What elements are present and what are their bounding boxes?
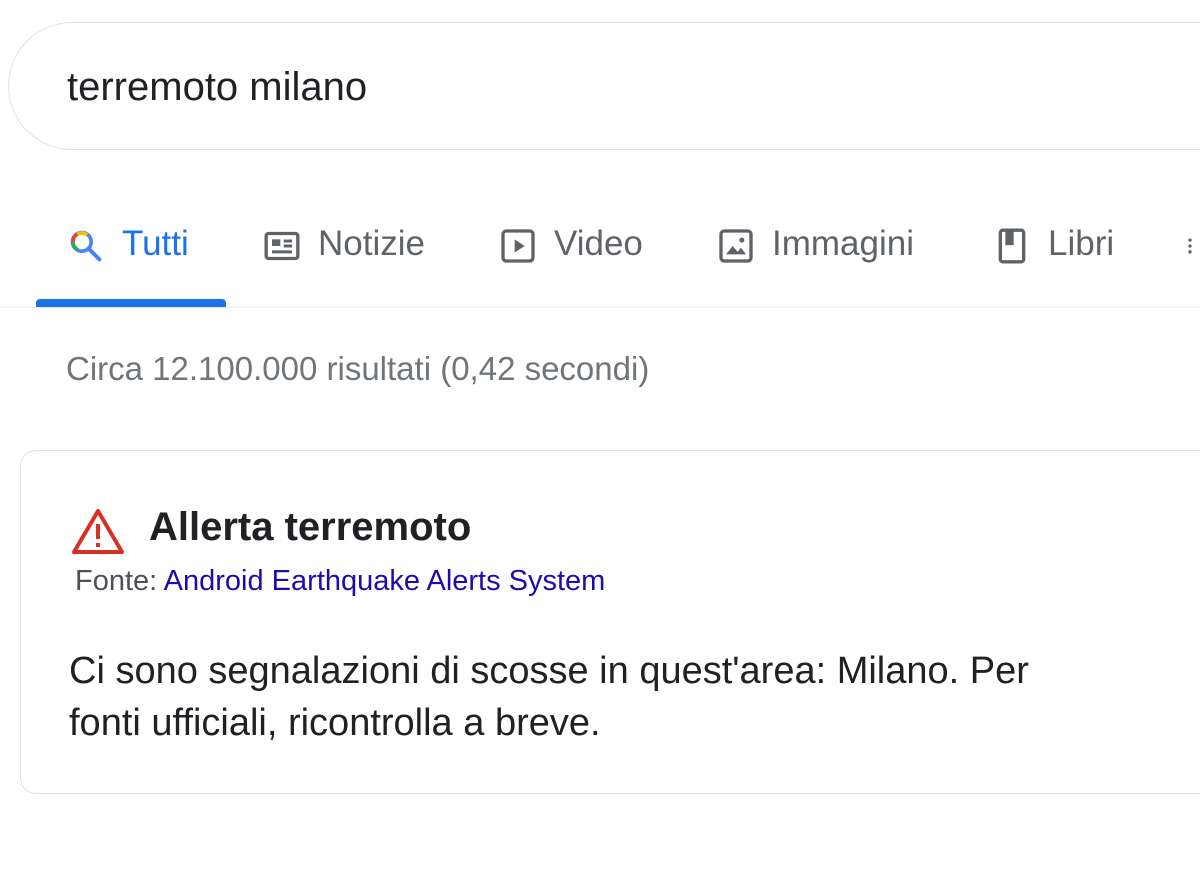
image-icon — [719, 229, 753, 263]
news-icon — [264, 231, 300, 261]
result-stats: Circa 12.100.000 risultati (0,42 secondi… — [66, 350, 650, 387]
search-results-page: Tutti Notizie Video — [0, 0, 1200, 876]
active-tab-indicator — [36, 299, 226, 307]
tab-notizie[interactable]: Notizie — [262, 196, 425, 308]
earthquake-alert-card: Allerta terremoto Fonte: Android Earthqu… — [20, 450, 1200, 794]
source-link[interactable]: Android Earthquake Alerts System — [164, 565, 606, 597]
alert-body: Ci sono segnalazioni di scosse in quest'… — [69, 645, 1200, 749]
tab-tutti[interactable]: Tutti — [66, 196, 189, 308]
warning-triangle-icon — [72, 509, 124, 554]
book-icon — [998, 228, 1026, 264]
search-icon — [70, 230, 102, 262]
alert-body-line: fonti ufficiali, ricontrolla a breve. — [69, 702, 601, 744]
alert-source: Fonte: Android Earthquake Alerts System — [75, 565, 605, 598]
search-input[interactable] — [67, 59, 1167, 115]
search-box[interactable] — [8, 22, 1200, 150]
search-tabs: Tutti Notizie Video Immagini Libri — [0, 196, 1200, 308]
alert-title: Allerta terremoto — [149, 505, 472, 549]
alert-body-line: Ci sono segnalazioni di scosse in quest'… — [69, 650, 1029, 692]
tab-immagini[interactable]: Immagini — [716, 196, 914, 308]
tab-label: Tutti — [122, 224, 189, 263]
source-prefix: Fonte: — [75, 565, 164, 597]
more-vert-icon — [1188, 238, 1192, 254]
more-tabs-button[interactable] — [1180, 196, 1200, 308]
tab-label: Libri — [1048, 224, 1115, 263]
tab-label: Notizie — [318, 224, 425, 263]
tabs-divider — [0, 307, 1200, 308]
tab-video[interactable]: Video — [498, 196, 643, 308]
tab-label: Video — [554, 224, 643, 263]
video-play-icon — [501, 229, 535, 263]
tab-libri[interactable]: Libri — [992, 196, 1114, 308]
tab-label: Immagini — [772, 224, 914, 263]
